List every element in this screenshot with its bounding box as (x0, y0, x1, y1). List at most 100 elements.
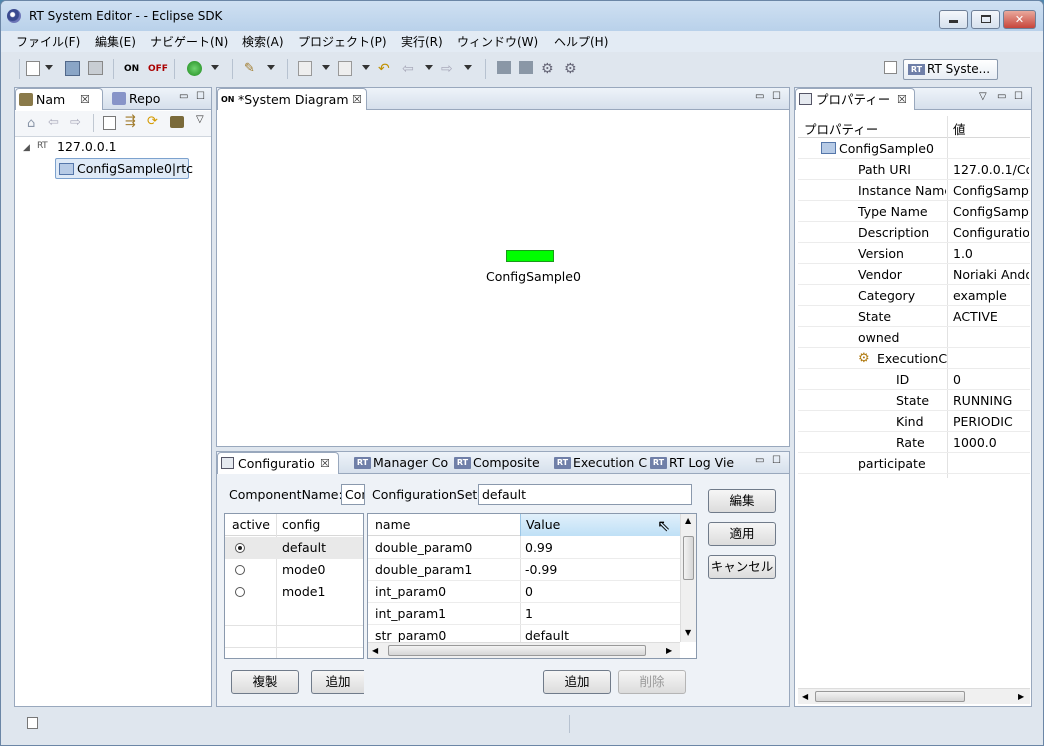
import-icon[interactable] (298, 61, 312, 76)
minimize-view-icon[interactable]: ▭ (755, 91, 764, 102)
scroll-up-icon[interactable]: ▲ (685, 516, 691, 525)
forward-icon[interactable]: ⇨ (70, 115, 81, 130)
table-row[interactable]: double_param0 0.99 (368, 537, 680, 559)
back-icon[interactable]: ⇦ (402, 61, 420, 77)
add-config-button[interactable]: 追加 (311, 670, 364, 694)
add-name-server-icon[interactable] (103, 116, 116, 130)
horizontal-scrollbar[interactable]: ◀ ▶ (368, 642, 680, 658)
close-tab-icon[interactable]: ☒ (352, 89, 362, 110)
delete-param-button[interactable]: 削除 (618, 670, 686, 694)
rt-gear2-icon[interactable]: ⚙ (564, 61, 582, 77)
horizontal-scrollbar[interactable]: ◀ ▶ (798, 688, 1030, 704)
new-dropdown-icon[interactable] (45, 65, 53, 70)
maximize-button[interactable] (971, 10, 1000, 29)
minimize-view-icon[interactable]: ▭ (179, 91, 188, 102)
active-radio[interactable] (235, 565, 245, 575)
back-icon[interactable]: ⇦ (48, 115, 59, 130)
list-item[interactable]: Instance Name ConfigSample (798, 180, 1030, 201)
undo-icon[interactable]: ↶ (378, 61, 396, 77)
configuration-set-field[interactable]: default (478, 484, 692, 505)
print-icon[interactable] (88, 61, 103, 75)
table-row[interactable]: mode0 (225, 559, 363, 581)
add-param-button[interactable]: 追加 (543, 670, 611, 694)
list-item[interactable]: participate (798, 453, 1030, 474)
maximize-view-icon[interactable]: ☐ (1014, 91, 1023, 102)
tab-configuration[interactable]: Configuratio ☒ (217, 452, 339, 474)
scroll-left-icon[interactable]: ◀ (802, 692, 808, 701)
table-row[interactable]: int_param0 0 (368, 581, 680, 603)
tab-system-diagram[interactable]: ON *System Diagram ☒ (217, 88, 367, 110)
tab-properties[interactable]: プロパティー ☒ (795, 88, 915, 110)
menu-project[interactable]: プロジェクト(P) (298, 33, 387, 50)
param-value[interactable]: 0 (525, 584, 533, 599)
connect-dropdown-icon[interactable] (267, 65, 275, 70)
export-icon[interactable] (338, 61, 352, 76)
tree-root-node[interactable]: 127.0.0.1 (57, 139, 117, 154)
edit-button[interactable]: 編集 (708, 489, 776, 513)
maximize-view-icon[interactable]: ☐ (196, 91, 205, 102)
import-dropdown-icon[interactable] (322, 65, 330, 70)
scroll-right-icon[interactable]: ▶ (1018, 692, 1024, 701)
param-value[interactable]: default (525, 628, 569, 643)
table-row[interactable]: mode1 (225, 581, 363, 603)
scroll-thumb[interactable] (683, 536, 694, 580)
minimize-view-icon[interactable]: ▭ (755, 455, 764, 466)
list-item[interactable]: Rate 1000.0 (798, 432, 1030, 453)
list-item[interactable]: Vendor Noriaki Ando (798, 264, 1030, 285)
table-row[interactable]: default (225, 537, 363, 559)
menu-window[interactable]: ウィンドウ(W) (457, 33, 538, 50)
list-item[interactable]: Kind PERIODIC (798, 411, 1030, 432)
column-active[interactable]: active (232, 517, 270, 532)
refresh-icon[interactable]: ⟳ (147, 114, 158, 129)
maximize-view-icon[interactable]: ☐ (772, 455, 781, 466)
column-value[interactable]: Value ⇖ (520, 514, 680, 536)
list-item[interactable]: owned (798, 327, 1030, 348)
menu-run[interactable]: 実行(R) (401, 33, 443, 50)
rtc-component-block[interactable] (506, 250, 554, 262)
active-radio[interactable] (235, 543, 245, 553)
menu-edit[interactable]: 編集(E) (95, 33, 136, 50)
export-dropdown-icon[interactable] (362, 65, 370, 70)
column-property[interactable]: プロパティー (804, 119, 878, 138)
view-menu-icon[interactable]: ▽ (196, 114, 204, 125)
view-menu-icon[interactable]: ▽ (979, 91, 987, 102)
run-dropdown-icon[interactable] (211, 65, 219, 70)
tab-manager-control[interactable]: RT Manager Co (353, 452, 451, 474)
tab-rt-log-view[interactable]: RT RT Log Vie (649, 452, 741, 474)
home-icon[interactable]: ⌂ (27, 116, 35, 131)
h-scroll-thumb[interactable] (388, 645, 646, 656)
tab-composite[interactable]: RT Composite (453, 452, 549, 474)
perspective-button[interactable]: RT RT Syste... (903, 59, 998, 80)
close-tab-icon[interactable]: ☒ (897, 89, 907, 110)
h-scroll-thumb[interactable] (815, 691, 965, 702)
cancel-button[interactable]: キャンセル (708, 555, 776, 579)
menu-search[interactable]: 検索(A) (242, 33, 284, 50)
connect-icon[interactable]: ✎ (244, 61, 262, 77)
list-item[interactable]: ⚙ ExecutionCo (798, 348, 1030, 369)
menu-file[interactable]: ファイル(F) (16, 33, 80, 50)
column-config[interactable]: config (282, 517, 320, 532)
menu-navigate[interactable]: ナビゲート(N) (150, 33, 228, 50)
close-tab-icon[interactable]: ☒ (320, 453, 330, 474)
forward-icon[interactable]: ⇨ (441, 61, 459, 77)
list-item[interactable]: State ACTIVE (798, 306, 1030, 327)
list-item[interactable]: Description Configuration (798, 222, 1030, 243)
duplicate-button[interactable]: 複製 (231, 670, 299, 694)
list-item[interactable]: Path URI 127.0.0.1/Co (798, 159, 1030, 180)
list-item[interactable]: Type Name ConfigSample (798, 201, 1030, 222)
back-dropdown-icon[interactable] (425, 65, 433, 70)
active-radio[interactable] (235, 587, 245, 597)
list-item[interactable]: ConfigSample0 (798, 138, 1030, 159)
run-icon[interactable] (187, 61, 202, 76)
param-value[interactable]: 1 (525, 606, 533, 621)
list-item[interactable]: Version 1.0 (798, 243, 1030, 264)
online-icon[interactable]: ON (124, 61, 142, 77)
rt-gear-icon[interactable]: ⚙ (541, 61, 559, 77)
new-icon[interactable] (26, 61, 40, 76)
close-button[interactable]: ✕ (1003, 10, 1036, 29)
list-item[interactable]: State RUNNING (798, 390, 1030, 411)
scroll-right-icon[interactable]: ▶ (666, 646, 672, 655)
tab-name-service[interactable]: Nam ☒ (15, 88, 103, 110)
offline-icon[interactable]: OFF (148, 61, 168, 77)
expand-arrow-icon[interactable]: ◢ (23, 143, 30, 153)
